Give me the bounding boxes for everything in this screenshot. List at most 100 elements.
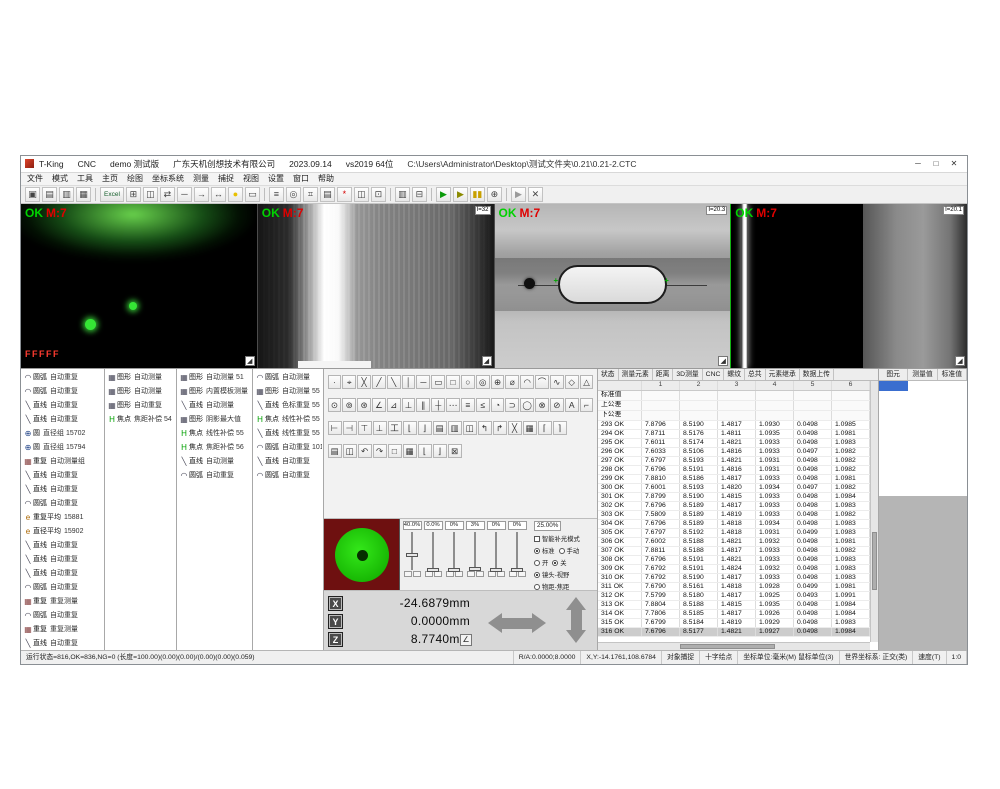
corner-bl-tool[interactable]: ⌊ [403,421,417,435]
ring-light-circle[interactable] [335,528,389,582]
selected-element-cell[interactable] [879,381,908,391]
slider-minus-button[interactable] [476,571,484,577]
menu-item-8[interactable]: 视图 [243,173,259,184]
list-item[interactable]: ╲直线自动重复 [21,412,104,426]
table-row[interactable]: 298 OK7.67968.51911.48161.09310.04981.09… [598,466,870,475]
table-row[interactable]: 305 OK7.67978.51921.48181.09310.04991.09… [598,529,870,538]
beam-tool[interactable]: 工 [388,421,402,435]
table-tab-0[interactable]: 状态 [598,369,619,380]
collapse-button[interactable]: ⊟ [412,187,427,202]
perpendicular-tool[interactable]: ⊥ [402,398,416,412]
menu-item-7[interactable]: 捕捉 [218,173,234,184]
swap-view-button[interactable]: ⇄ [160,187,175,202]
list-item[interactable]: ◠圆弧自动重复 [21,384,104,398]
table-tab-7[interactable]: 元素继承 [766,369,800,380]
trace-right-tool[interactable]: ↱ [493,421,507,435]
table-row[interactable]: 311 OK7.67908.51611.48181.09280.04991.09… [598,583,870,592]
lens-fov-radio[interactable] [534,572,540,578]
close-box-tool[interactable]: ⊠ [448,444,462,458]
list-item[interactable]: ▦图形自动测量 51 [177,370,252,384]
big-circle-tool[interactable]: ◯ [520,398,534,412]
tolerance-tool[interactable]: ≤ [476,398,490,412]
close-button[interactable]: ✕ [945,159,963,168]
table-row[interactable]: 315 OK7.67998.51841.48191.09290.04981.09… [598,619,870,628]
table-row[interactable]: 300 OK7.60018.51931.48201.09340.04971.09… [598,484,870,493]
table-hscrollbar[interactable] [598,642,870,650]
list-item[interactable]: ◠圆弧自动重复 [253,468,323,482]
list-item[interactable]: ▦图形自动重复 [105,398,176,412]
list-item[interactable]: ◠圆弧自动测量 [253,370,323,384]
concentric-tool[interactable]: ⊙ [328,398,342,412]
list-item[interactable]: ╲直线自动重复 [21,566,104,580]
ring-light-preview[interactable] [324,519,400,590]
light-off-radio[interactable] [552,560,558,566]
matrix-tool[interactable]: ▦ [403,444,417,458]
step-button[interactable]: ▶ [511,187,526,202]
point-tool[interactable]: ∙ [328,375,342,389]
list-item[interactable]: ▦图形内置模板测量 [177,384,252,398]
slider-track[interactable] [468,532,482,570]
camera-1-view[interactable]: OKM:7FFFFF◢ [21,204,258,368]
minimize-button[interactable]: ─ [909,159,927,168]
slider-track[interactable] [489,532,503,570]
table-row[interactable]: 293 OK7.87968.51901.48171.09300.04981.09… [598,421,870,430]
table-tab-8[interactable]: 数据上传 [800,369,834,380]
status-world-cs[interactable]: 世界坐标系: 正交(类) [840,651,914,664]
camera-3-view-selected[interactable]: + + OKM:7I=20.3◢ [495,204,732,368]
table-row[interactable]: 302 OK7.67968.51891.48171.09330.04981.09… [598,502,870,511]
list-item[interactable]: ◠圆弧自动重复 [177,468,252,482]
layers-button[interactable]: ▤ [320,187,335,202]
slider-thumb[interactable] [406,553,418,557]
edge-left-tool[interactable]: ⊢ [328,421,342,435]
open-file-button[interactable]: ▤ [42,187,57,202]
ceil-tool[interactable]: ⌋ [433,444,447,458]
menu-item-11[interactable]: 帮助 [318,173,334,184]
list-item[interactable]: e直径平均15902 [21,524,104,538]
list-item[interactable]: ╲直线色标重复 55 [253,398,323,412]
text-tool[interactable]: A [565,398,579,412]
menu-item-3[interactable]: 主页 [102,173,118,184]
angle-display-button[interactable]: ∠ [460,634,472,646]
vscroll-thumb[interactable] [872,532,877,589]
zoom-button[interactable]: ◎ [286,187,301,202]
table-row[interactable]: 309 OK7.67928.51911.48241.09320.04981.09… [598,565,870,574]
list-item[interactable]: ⊕圆直径组 15702 [21,426,104,440]
rect-select-button[interactable]: ▭ [245,187,260,202]
slider-thumb[interactable] [511,568,523,572]
list-item[interactable]: ◠圆弧自动重复 [21,580,104,594]
slider-plus-button[interactable] [467,571,475,577]
list-item[interactable]: ╲直线自动重复 [21,552,104,566]
status-cross-draw-toggle[interactable]: 十字绘点 [700,651,738,664]
list-item[interactable]: H焦点焦距补偿 54 [105,412,176,426]
arrow-tool-button[interactable]: → [194,187,209,202]
snap-grid-button[interactable]: ⌗ [303,187,318,202]
list-item[interactable]: ╲直线线性重复 55 [253,426,323,440]
slider-minus-button[interactable] [413,571,421,577]
edge-bottom-tool[interactable]: ⊥ [373,421,387,435]
target-tool[interactable]: ⌖ [342,375,356,389]
slot-tool[interactable]: ⊃ [505,398,519,412]
line-measure-button[interactable]: ─ [177,187,192,202]
diamond-tool[interactable]: ◇ [565,375,579,389]
trace-left-tool[interactable]: ↰ [478,421,492,435]
list-item[interactable]: ╲直线自动重复 [21,636,104,650]
table-row[interactable]: 299 OK7.88108.51861.48171.09330.04981.09… [598,475,870,484]
list-item[interactable]: ◠圆弧自动重复 [21,370,104,384]
jog-down-icon[interactable] [566,630,586,643]
run-button[interactable]: ▶ [436,187,451,202]
table-row[interactable]: 306 OK7.60028.51881.48211.09320.04981.09… [598,538,870,547]
report-button[interactable]: ▥ [395,187,410,202]
vhatch-tool[interactable]: ▥ [448,421,462,435]
spoke-tool[interactable]: ⊛ [357,398,371,412]
camera-2-view[interactable]: OKM:7I=32◢ [258,204,495,368]
list-item[interactable]: ╲直线自动测量 [177,398,252,412]
resize-handle-icon[interactable]: ◢ [245,356,255,366]
list-item[interactable]: ⊕圆直径组 15794 [21,440,104,454]
split-view-button[interactable]: ◫ [143,187,158,202]
list-item[interactable]: ▦图形自动测量 55 [253,384,323,398]
menu-item-4[interactable]: 绘图 [127,173,143,184]
slider-thumb[interactable] [490,568,502,572]
arc-tool[interactable]: ◠ [520,375,534,389]
table-tab-5[interactable]: 螺纹 [724,369,745,380]
list-item[interactable]: ▦重复自动测量组 [21,454,104,468]
